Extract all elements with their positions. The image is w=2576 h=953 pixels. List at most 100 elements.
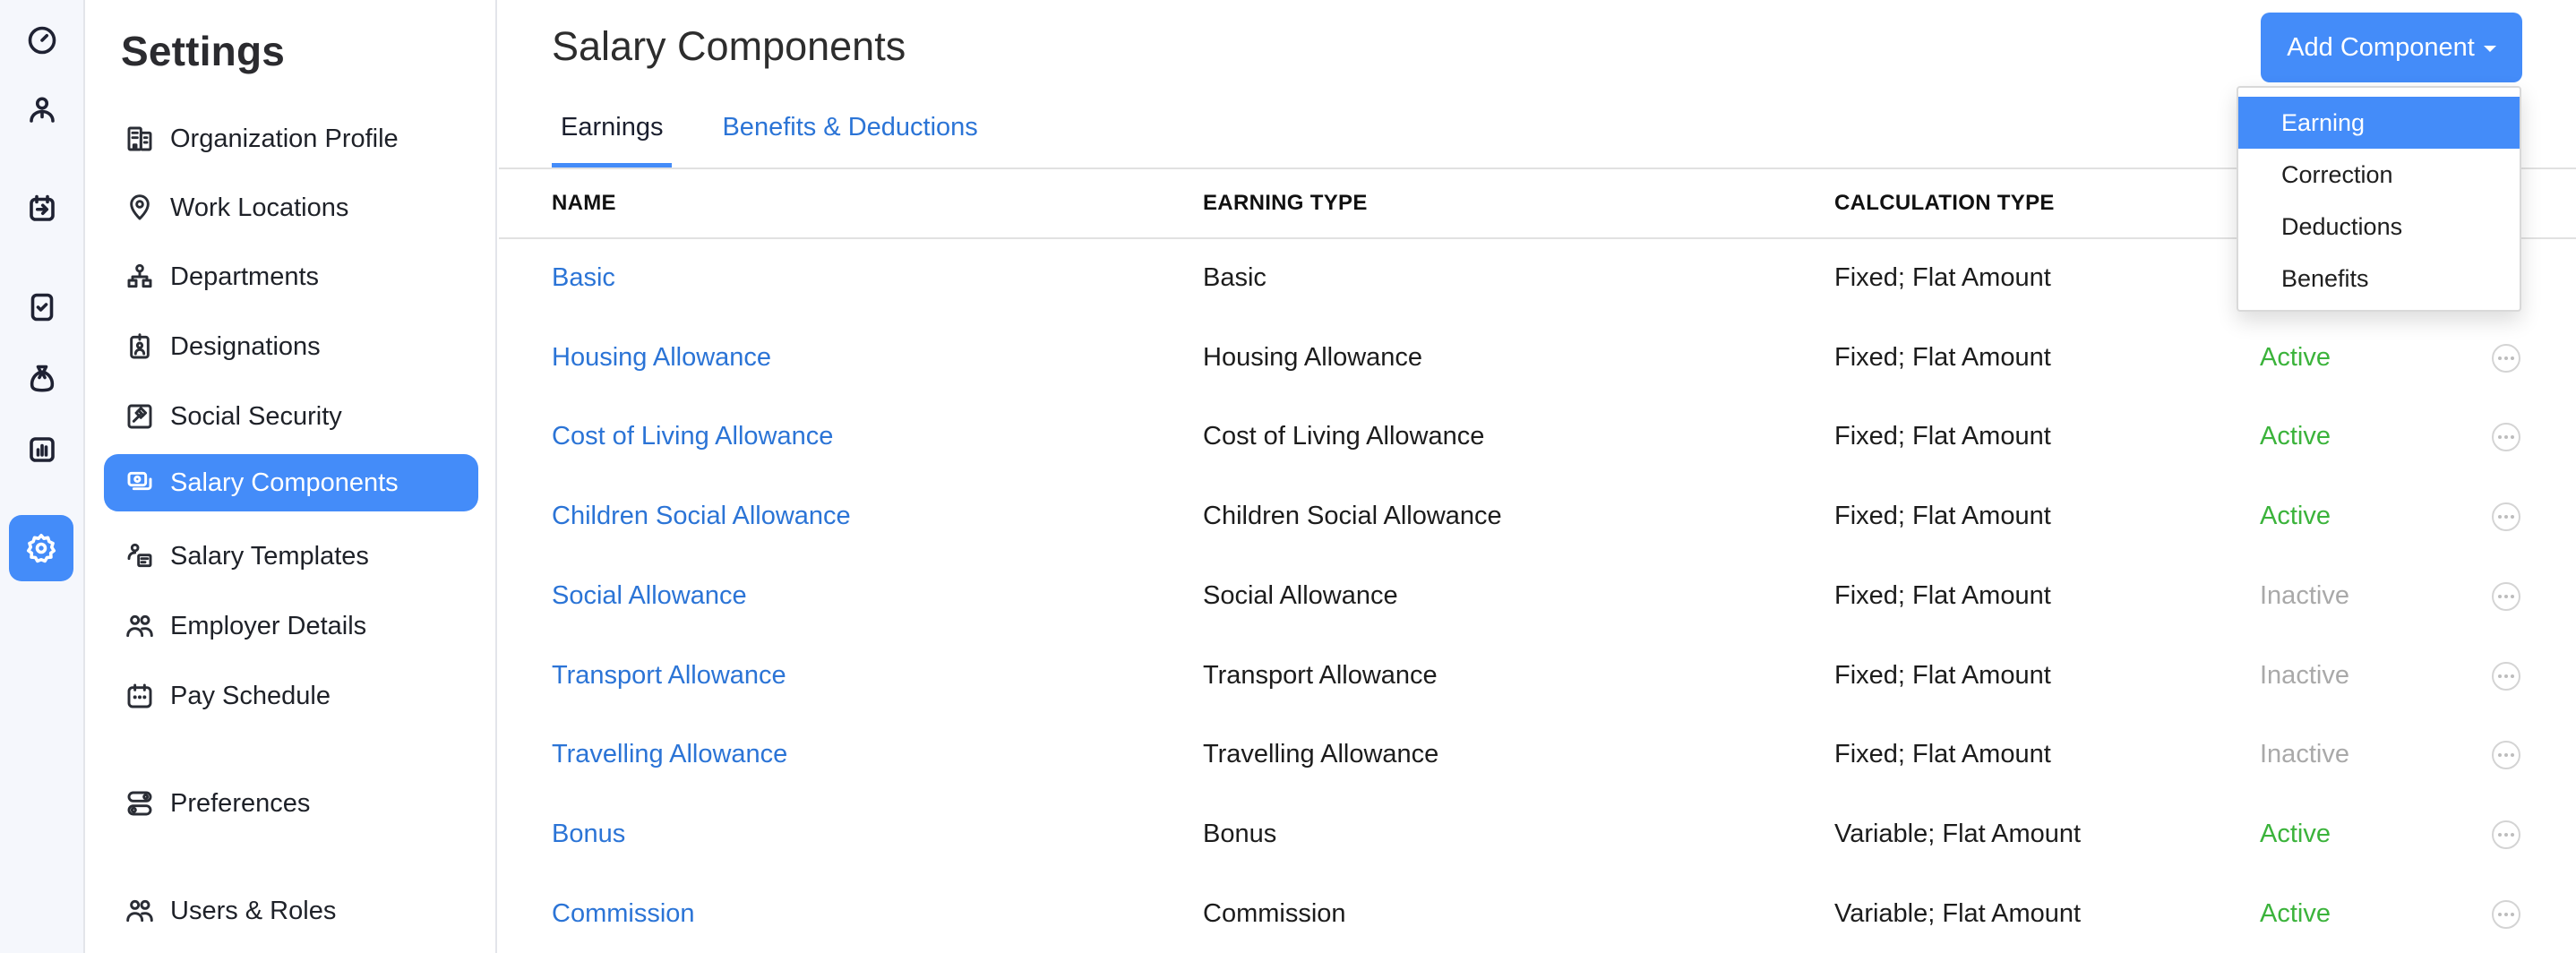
status-badge: Active bbox=[2260, 342, 2331, 372]
more-options-icon[interactable] bbox=[2492, 661, 2520, 691]
more-dot bbox=[2498, 832, 2502, 837]
money-cards-icon bbox=[124, 467, 156, 499]
table-row: Housing Allowance Housing Allowance Fixed;… bbox=[499, 318, 2576, 398]
component-name-link[interactable]: Housing Allowance bbox=[552, 318, 771, 398]
earning-type-cell: Children Social Allowance bbox=[1203, 502, 1502, 531]
more-dot bbox=[2504, 594, 2508, 598]
more-dot bbox=[2498, 435, 2502, 440]
earning-type-cell: Transport Allowance bbox=[1203, 660, 1438, 690]
dropdown-item-deductions[interactable]: Deductions bbox=[2238, 201, 2520, 253]
status-badge: Inactive bbox=[2260, 740, 2349, 769]
table-row: Transport Allowance Transport Allowance Fi… bbox=[499, 636, 2576, 716]
more-dot bbox=[2504, 515, 2508, 519]
component-name-link[interactable]: Travelling Allowance bbox=[552, 715, 787, 794]
more-dot bbox=[2498, 674, 2502, 678]
component-name-link[interactable]: Social Allowance bbox=[552, 556, 747, 636]
gavel-icon bbox=[124, 400, 156, 433]
more-dot bbox=[2498, 356, 2502, 360]
more-options-icon[interactable] bbox=[2492, 343, 2520, 373]
calculation-type-cell: Fixed; Flat Amount bbox=[1834, 263, 2051, 292]
more-dot bbox=[2504, 674, 2508, 678]
dropdown-item-benefits[interactable]: Benefits bbox=[2238, 253, 2520, 305]
dashboard-gauge-icon[interactable] bbox=[24, 22, 60, 58]
earning-type-cell: Commission bbox=[1203, 898, 1346, 928]
more-dot bbox=[2498, 753, 2502, 758]
component-name-link[interactable]: Children Social Allowance bbox=[552, 476, 851, 556]
add-component-button[interactable]: Add Component bbox=[2261, 13, 2522, 82]
column-header-earning-type: EARNING TYPE bbox=[1203, 191, 1368, 215]
dropdown-item-correction[interactable]: Correction bbox=[2238, 149, 2520, 201]
component-name-link[interactable]: Transport Allowance bbox=[552, 636, 786, 716]
table-row: Bonus Bonus Variable; Flat Amount Active bbox=[499, 794, 2576, 874]
component-name-link[interactable]: Basic bbox=[552, 238, 615, 318]
sidebar-item-label: Social Security bbox=[170, 401, 342, 431]
sidebar-item-label: Designations bbox=[170, 331, 321, 361]
more-options-icon[interactable] bbox=[2492, 581, 2520, 611]
settings-gear-icon[interactable] bbox=[9, 515, 73, 581]
approvals-checklist-icon[interactable] bbox=[24, 289, 60, 325]
toggles-icon bbox=[124, 787, 156, 820]
more-options-icon[interactable] bbox=[2492, 423, 2520, 452]
sidebar-item-label: Work Locations bbox=[170, 193, 349, 222]
calculation-type-cell: Fixed; Flat Amount bbox=[1834, 580, 2051, 610]
reports-chart-icon[interactable] bbox=[24, 432, 60, 468]
more-dot bbox=[2498, 594, 2502, 598]
location-pin-icon bbox=[124, 192, 156, 224]
more-dot bbox=[2511, 674, 2514, 678]
table-row: Cost of Living Allowance Cost of Living A… bbox=[499, 397, 2576, 476]
calendar-arrow-icon[interactable] bbox=[24, 191, 60, 227]
earning-type-cell: Social Allowance bbox=[1203, 580, 1398, 610]
more-options-icon[interactable] bbox=[2492, 820, 2520, 849]
calculation-type-cell: Fixed; Flat Amount bbox=[1834, 422, 2051, 451]
sidebar-item-organization-profile[interactable]: Organization Profile bbox=[104, 110, 478, 167]
status-badge: Active bbox=[2260, 502, 2331, 531]
more-dot bbox=[2511, 753, 2514, 758]
sidebar-item-work-locations[interactable]: Work Locations bbox=[104, 179, 478, 236]
calculation-type-cell: Variable; Flat Amount bbox=[1834, 819, 2082, 848]
more-dot bbox=[2511, 515, 2514, 519]
dropdown-item-earning[interactable]: Earning bbox=[2238, 97, 2520, 149]
column-header-calculation-type: CALCULATION TYPE bbox=[1834, 191, 2055, 215]
more-dot bbox=[2511, 832, 2514, 837]
sidebar-item-designations[interactable]: Designations bbox=[104, 318, 478, 375]
employee-person-icon[interactable] bbox=[24, 92, 60, 128]
more-dot bbox=[2498, 515, 2502, 519]
calculation-type-cell: Variable; Flat Amount bbox=[1834, 898, 2082, 928]
money-bag-icon[interactable] bbox=[24, 361, 60, 397]
sidebar-item-employer-details[interactable]: Employer Details bbox=[104, 597, 478, 655]
component-name-link[interactable]: Commission bbox=[552, 874, 695, 953]
calendar-dots-icon bbox=[124, 680, 156, 712]
table-row: Travelling Allowance Travelling Allowance… bbox=[499, 715, 2576, 794]
more-dot bbox=[2504, 753, 2508, 758]
component-name-link[interactable]: Cost of Living Allowance bbox=[552, 397, 833, 476]
building-icon bbox=[124, 123, 156, 155]
sidebar-item-pay-schedule[interactable]: Pay Schedule bbox=[104, 667, 478, 725]
more-options-icon[interactable] bbox=[2492, 741, 2520, 770]
column-header-name: NAME bbox=[552, 191, 616, 215]
more-dot bbox=[2504, 912, 2508, 916]
more-options-icon[interactable] bbox=[2492, 502, 2520, 532]
sidebar-item-salary-templates[interactable]: Salary Templates bbox=[104, 528, 478, 585]
component-name-link[interactable]: Bonus bbox=[552, 794, 625, 874]
tab-earnings[interactable]: Earnings bbox=[552, 107, 673, 168]
more-dot bbox=[2511, 594, 2514, 598]
table-row: Children Social Allowance Children Social… bbox=[499, 476, 2576, 556]
sidebar-item-social-security[interactable]: Social Security bbox=[104, 388, 478, 445]
sidebar-item-preferences[interactable]: Preferences bbox=[104, 775, 478, 832]
id-badge-icon bbox=[124, 331, 156, 363]
calculation-type-cell: Fixed; Flat Amount bbox=[1834, 502, 2051, 531]
sidebar-item-users-roles[interactable]: Users & Roles bbox=[104, 882, 478, 940]
status-badge: Active bbox=[2260, 898, 2331, 928]
sidebar-item-departments[interactable]: Departments bbox=[104, 248, 478, 305]
earning-type-cell: Housing Allowance bbox=[1203, 342, 1423, 372]
sidebar-item-salary-components[interactable]: Salary Components bbox=[104, 454, 478, 511]
status-badge: Inactive bbox=[2260, 580, 2349, 610]
tab-benefits-deductions[interactable]: Benefits & Deductions bbox=[713, 107, 986, 168]
more-dot bbox=[2504, 435, 2508, 440]
people-icon bbox=[124, 610, 156, 642]
more-options-icon[interactable] bbox=[2492, 899, 2520, 929]
sidebar-item-label: Organization Profile bbox=[170, 124, 399, 153]
add-component-dropdown: Earning Correction Deductions Benefits bbox=[2237, 86, 2521, 312]
sidebar-item-label: Preferences bbox=[170, 788, 311, 818]
status-badge: Active bbox=[2260, 819, 2331, 848]
